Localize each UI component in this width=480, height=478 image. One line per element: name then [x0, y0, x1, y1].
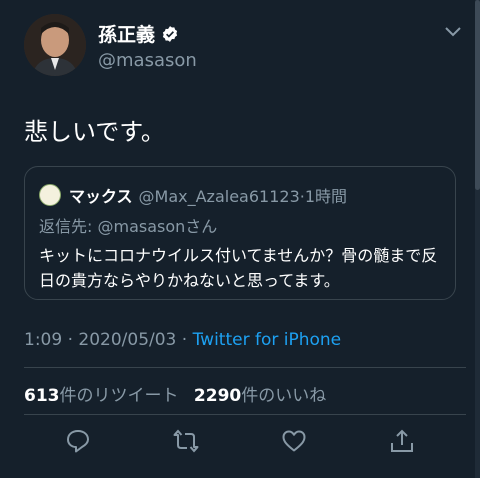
avatar[interactable] [24, 14, 86, 76]
tweet-meta: 1:09 · 2020/05/03 · Twitter for iPhone [24, 330, 341, 350]
quoted-tweet-header: マックス @Max_Azalea61123·1時間 [39, 183, 347, 207]
like-label: 件のいいね [241, 386, 327, 406]
chevron-down-icon[interactable] [444, 26, 462, 38]
replying-to-mention[interactable]: @masasonさん [97, 217, 217, 236]
tweet-header: 孫正義 @masason [24, 14, 466, 76]
retweet-icon[interactable] [173, 428, 199, 454]
verified-badge-icon [162, 25, 178, 42]
tweet-timestamp[interactable]: 1:09 · 2020/05/03 · [24, 330, 193, 350]
replying-to: 返信先: @masasonさん [39, 213, 217, 237]
scrollbar[interactable] [475, 0, 480, 478]
like-stat[interactable]: 2290件のいいね [194, 386, 326, 406]
tweet-stats: 613件のリツイート 2290件のいいね [24, 381, 326, 406]
user-handle[interactable]: @masason [98, 50, 197, 71]
avatar-image [24, 14, 86, 76]
tweet-source-link[interactable]: Twitter for iPhone [193, 330, 342, 350]
retweet-label: 件のリツイート [59, 386, 179, 406]
tweet-text: 悲しいです。 [24, 118, 165, 146]
quoted-tweet[interactable]: マックス @Max_Azalea61123·1時間 返信先: @masasonさ… [24, 166, 456, 300]
reply-icon[interactable] [65, 428, 91, 454]
quoted-tweet-text: キットにコロナウイルス付いてませんか？骨の髄まで反日の貴方ならやりかねないと思っ… [39, 246, 438, 290]
divider [24, 367, 466, 368]
name-row: 孫正義 [98, 20, 179, 47]
quoted-handle-time: @Max_Azalea61123·1時間 [138, 187, 348, 206]
quoted-display-name: マックス [69, 187, 133, 206]
like-count: 2290 [193, 386, 242, 406]
action-bar [0, 428, 480, 458]
heart-icon[interactable] [281, 428, 307, 454]
display-name[interactable]: 孫正義 [98, 20, 155, 47]
retweet-count: 613 [24, 386, 60, 406]
replying-to-label: 返信先: [39, 217, 98, 236]
retweet-stat[interactable]: 613件のリツイート [24, 386, 179, 406]
scrollbar-thumb[interactable] [475, 0, 480, 190]
share-icon[interactable] [389, 428, 415, 454]
quoted-avatar [39, 184, 61, 206]
divider [24, 414, 466, 415]
